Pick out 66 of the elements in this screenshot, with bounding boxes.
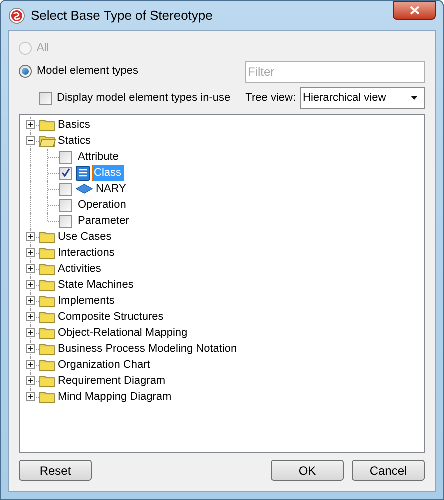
expand-icon[interactable]	[26, 344, 35, 353]
dialog-button[interactable]: Reset	[19, 460, 92, 481]
tree-checkbox[interactable]	[59, 150, 72, 164]
tree-item[interactable]: Requirement Diagram	[58, 372, 166, 390]
expand-icon[interactable]	[26, 264, 35, 273]
close-button[interactable]	[393, 1, 436, 20]
folder-icon	[39, 294, 56, 308]
radio-button[interactable]	[19, 65, 32, 78]
expand-icon[interactable]	[26, 296, 35, 305]
tree-item[interactable]: Operation	[76, 197, 128, 213]
diamond-icon	[76, 184, 93, 194]
radio-label: Model element types	[37, 64, 138, 80]
checkbox-label: Display model element types in-use	[57, 90, 231, 106]
tree-item[interactable]: Implements	[58, 292, 115, 310]
folder-icon	[39, 326, 56, 340]
folder-icon	[39, 390, 56, 404]
folder-icon	[39, 358, 56, 372]
expand-icon[interactable]	[26, 376, 35, 385]
tree-item[interactable]: Basics	[58, 116, 90, 134]
expand-icon[interactable]	[26, 120, 35, 129]
expand-icon[interactable]	[26, 312, 35, 321]
class-icon	[76, 166, 90, 180]
tree-item[interactable]: State Machines	[58, 276, 134, 294]
folder-icon	[39, 342, 56, 356]
app-logo-icon	[9, 8, 25, 24]
tree-checkbox[interactable]	[59, 166, 72, 180]
tree-checkbox[interactable]	[59, 214, 72, 228]
tree-checkbox[interactable]	[59, 182, 72, 196]
window-title: Select Base Type of Stereotype	[31, 6, 213, 25]
close-icon	[410, 6, 420, 15]
tree-checkbox[interactable]	[59, 198, 72, 212]
caret-icon	[411, 96, 418, 100]
tree-item[interactable]: NARY	[94, 181, 128, 197]
tree-view-dropdown[interactable]: Hierarchical view	[300, 87, 425, 109]
tree-item[interactable]: Parameter	[76, 213, 132, 229]
tree-item[interactable]: Organization Chart	[58, 356, 150, 374]
tree-item[interactable]: Attribute	[76, 149, 121, 165]
folder-icon	[39, 374, 56, 388]
expand-icon[interactable]	[26, 360, 35, 369]
folder-icon	[39, 278, 56, 292]
folder-icon	[39, 118, 56, 132]
folder-icon	[39, 310, 56, 324]
tree-view-label: Tree view:	[244, 90, 296, 106]
dialog-button[interactable]: OK	[271, 460, 344, 481]
tree-item[interactable]: Interactions	[58, 244, 115, 262]
tree-item[interactable]: Mind Mapping Diagram	[58, 388, 172, 406]
collapse-icon[interactable]	[26, 136, 35, 145]
tree-item[interactable]: Use Cases	[58, 228, 112, 246]
open-folder-icon	[39, 134, 56, 148]
radio-label: All	[37, 41, 50, 56]
folder-icon	[39, 262, 56, 276]
tree-item[interactable]: Composite Structures	[58, 308, 164, 326]
tree-item[interactable]: Business Process Modeling Notation	[58, 340, 238, 358]
folder-icon	[39, 230, 56, 244]
tree-item[interactable]: Activities	[58, 260, 102, 278]
expand-icon[interactable]	[26, 280, 35, 289]
expand-icon[interactable]	[26, 392, 35, 401]
expand-icon[interactable]	[26, 328, 35, 337]
expand-icon[interactable]	[26, 248, 35, 257]
tree-item[interactable]: Object-Relational Mapping	[58, 324, 188, 342]
dialog-button[interactable]: Cancel	[352, 460, 425, 481]
filter-field[interactable]: Filter	[245, 60, 425, 82]
expand-icon[interactable]	[26, 232, 35, 241]
tree-item[interactable]: Statics	[58, 132, 92, 150]
checkbox[interactable]	[39, 92, 52, 104]
folder-icon	[39, 246, 56, 260]
